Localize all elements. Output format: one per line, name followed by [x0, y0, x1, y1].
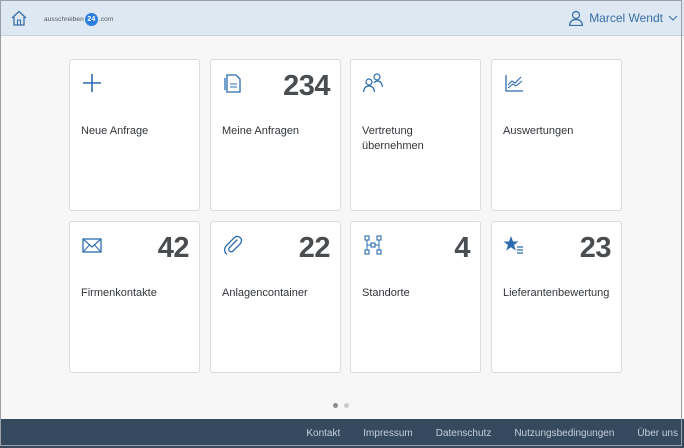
footer-link-impressum[interactable]: Impressum: [363, 428, 412, 439]
page-dot-2[interactable]: [344, 403, 349, 408]
tile-label: Vertretung übernehmen: [362, 125, 424, 152]
tile-label: Meine Anfragen: [222, 125, 300, 137]
plus-icon: [83, 74, 101, 92]
user-icon: [569, 10, 584, 26]
tile-standorte[interactable]: 4 Standorte: [350, 221, 481, 373]
chevron-down-icon: [668, 15, 678, 21]
tile-label: Standorte: [362, 287, 410, 299]
paperclip-icon: [223, 235, 243, 255]
logo-badge: 24: [84, 12, 98, 26]
logo-prefix: ausschreiben: [44, 15, 84, 23]
line-chart-icon: [505, 75, 523, 92]
tile-label: Firmenkontakte: [81, 287, 157, 299]
footer-link-ueber-uns[interactable]: Über uns: [637, 428, 678, 439]
tile-label: Anlagencontainer: [222, 287, 308, 299]
home-icon[interactable]: [10, 9, 28, 27]
footer: Kontakt Impressum Datenschutz Nutzungsbe…: [0, 419, 684, 448]
shell-header: ausschreiben 24 .com Marcel Wendt: [0, 0, 684, 36]
footer-link-kontakt[interactable]: Kontakt: [306, 428, 340, 439]
company-logo[interactable]: ausschreiben 24 .com: [44, 12, 113, 26]
tile-label: Lieferantenbewertung: [503, 287, 610, 299]
network-icon: [364, 235, 382, 255]
tile-count: 22: [298, 232, 331, 264]
envelope-icon: [82, 238, 102, 253]
tile-label: Auswertungen: [503, 125, 574, 137]
tile-count: 4: [454, 232, 470, 264]
tile-lieferantenbewertung[interactable]: 23 Lieferantenbewertung: [491, 221, 622, 373]
tile-auswertungen[interactable]: Auswertungen: [491, 59, 622, 211]
tile-count: 42: [157, 232, 190, 264]
user-menu[interactable]: Marcel Wendt: [568, 10, 678, 26]
tile-firmenkontakte[interactable]: 42 Firmenkontakte: [69, 221, 200, 373]
people-icon: [362, 73, 384, 93]
document-icon: [224, 74, 241, 93]
logo-suffix: .com: [98, 15, 114, 23]
tile-vertretung[interactable]: Vertretung übernehmen: [350, 59, 481, 211]
footer-link-nutzungsbedingungen[interactable]: Nutzungsbedingungen: [514, 428, 614, 439]
tile-count: 234: [283, 70, 330, 102]
tile-meine-anfragen[interactable]: 234 Meine Anfragen: [210, 59, 341, 211]
tile-neue-anfrage[interactable]: Neue Anfrage: [69, 59, 200, 211]
user-name: Marcel Wendt: [589, 11, 663, 25]
tile-label: Neue Anfrage: [81, 125, 149, 137]
star-list-icon: [503, 236, 523, 254]
page-indicator: [333, 403, 349, 408]
footer-link-datenschutz[interactable]: Datenschutz: [436, 428, 492, 439]
tile-anlagencontainer[interactable]: 22 Anlagencontainer: [210, 221, 341, 373]
tile-count: 23: [579, 232, 612, 264]
page-dot-1[interactable]: [333, 403, 338, 408]
